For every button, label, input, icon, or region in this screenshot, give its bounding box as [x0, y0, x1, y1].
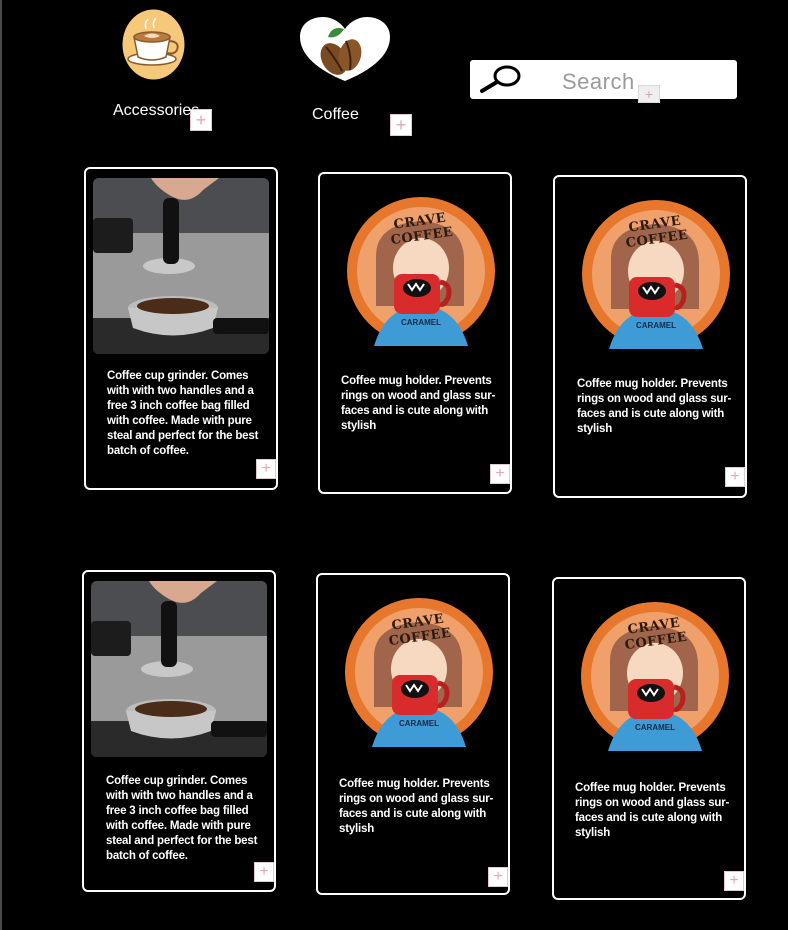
coffee-category-icon[interactable] — [298, 15, 392, 84]
product-card[interactable]: CRAVE COFFEE CARAMEL Coffee mug holder. … — [316, 573, 510, 895]
add-to-cart-button[interactable]: + — [725, 467, 745, 487]
category-label-accessories[interactable]: Accessories — [113, 102, 199, 120]
add-coffee-button[interactable]: + — [390, 114, 412, 136]
add-to-cart-button[interactable]: + — [254, 862, 274, 882]
coffee-tamper-photo — [91, 581, 267, 757]
add-to-cart-button[interactable]: + — [488, 867, 508, 887]
accessories-category-icon[interactable] — [122, 9, 185, 80]
product-card[interactable]: CRAVE COFFEE CARAMEL Coffee mug holder. … — [318, 172, 512, 494]
product-description: Coffee mug holder. Prevents rings on woo… — [575, 782, 730, 839]
add-accessories-button[interactable]: + — [190, 109, 212, 131]
coffee-tamper-photo — [93, 178, 269, 354]
product-card[interactable]: Coffee cup grinder. Comes with with two … — [84, 167, 278, 490]
product-card[interactable]: CRAVE COFFEE CARAMEL Coffee mug holder. … — [552, 577, 746, 900]
crave-coffee-logo: CRAVE COFFEE CARAMEL — [344, 597, 494, 752]
add-to-cart-button[interactable]: + — [490, 464, 510, 484]
category-label-coffee[interactable]: Coffee — [312, 106, 359, 124]
logo-subtitle-text: CARAMEL — [399, 719, 439, 728]
search-input[interactable]: Search + — [470, 60, 737, 103]
coffee-cup-icon — [122, 9, 185, 80]
add-to-cart-button[interactable]: + — [724, 871, 744, 891]
product-card[interactable]: Coffee cup grinder. Comes with with two … — [82, 570, 276, 892]
crave-coffee-logo: CRAVE COFFEE CARAMEL — [580, 601, 730, 756]
product-card[interactable]: CRAVE COFFEE CARAMEL Coffee mug holder. … — [553, 175, 747, 498]
search-placeholder: Search — [562, 69, 635, 94]
product-description: Coffee mug holder. Prevents rings on woo… — [339, 778, 494, 835]
product-description: Coffee cup grinder. Comes with with two … — [107, 370, 259, 457]
magnifier-icon — [480, 65, 521, 93]
search-add-button[interactable]: + — [638, 85, 660, 103]
logo-subtitle-text: CARAMEL — [635, 723, 675, 732]
window-edge — [0, 0, 2, 930]
crave-coffee-logo: CRAVE COFFEE CARAMEL — [346, 196, 496, 351]
logo-subtitle-text: CARAMEL — [401, 318, 441, 327]
product-description: Coffee cup grinder. Comes with with two … — [106, 775, 258, 862]
logo-subtitle-text: CARAMEL — [636, 321, 676, 330]
add-to-cart-button[interactable]: + — [256, 459, 276, 479]
crave-coffee-logo: CRAVE COFFEE CARAMEL — [581, 199, 731, 354]
product-description: Coffee mug holder. Prevents rings on woo… — [341, 375, 496, 432]
product-description: Coffee mug holder. Prevents rings on woo… — [577, 378, 732, 435]
coffee-beans-icon — [300, 17, 390, 81]
